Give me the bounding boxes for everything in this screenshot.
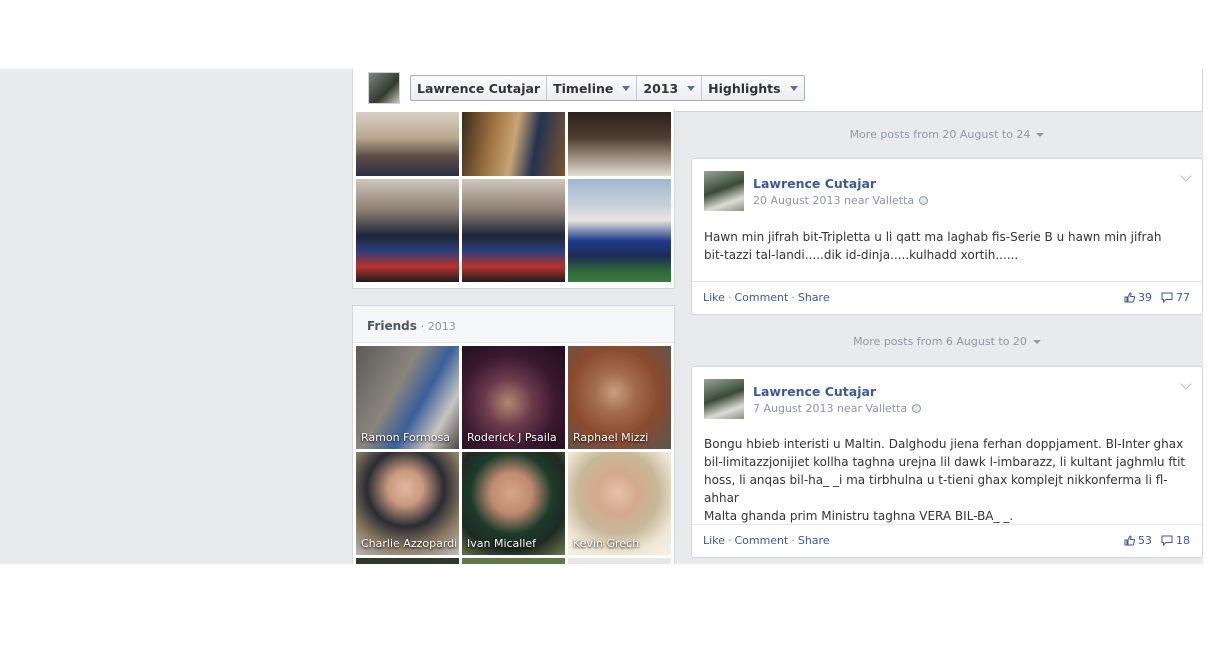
friends-header: Friends · 2013 [353, 306, 674, 343]
timeline-nav: Lawrence Cutajar Timeline 2013 Highlight… [410, 75, 805, 101]
post-text-line: hoss, li anqas bil-ha_ _i ma tirbhulna u… [704, 473, 1168, 505]
photo-thumbnail[interactable] [356, 179, 459, 282]
like-link[interactable]: Like [703, 534, 725, 547]
friend-tile[interactable]: Ivan Micallef [462, 452, 565, 555]
friends-title[interactable]: Friends [367, 319, 417, 333]
friend-tile[interactable] [356, 558, 459, 564]
post-text-line: bit-tazzi tal-landi.....dik id-dinja....… [704, 248, 1019, 262]
post-actions: Like · Comment · Share [703, 534, 830, 547]
post-text-line: Hawn min jifrah bit-Tripletta u li qatt … [704, 230, 1162, 244]
photo-thumbnail[interactable] [356, 112, 459, 176]
author-avatar[interactable] [704, 171, 744, 211]
post-footer: Like · Comment · Share 53 18 [692, 524, 1202, 557]
chevron-down-icon[interactable] [1180, 170, 1192, 182]
author-avatar[interactable] [704, 379, 744, 419]
photo-thumbnail[interactable] [462, 179, 565, 282]
profile-avatar[interactable] [368, 72, 400, 104]
caret-down-icon [789, 86, 798, 91]
friend-tile[interactable] [568, 558, 671, 564]
share-link[interactable]: Share [798, 534, 830, 547]
page-edge [1203, 69, 1211, 564]
comment-icon[interactable] [1161, 535, 1173, 546]
comment-count[interactable]: 18 [1176, 534, 1190, 547]
comment-link[interactable]: Comment [734, 291, 788, 304]
thumbs-up-icon[interactable] [1124, 292, 1135, 303]
post-author[interactable]: Lawrence Cutajar [753, 384, 876, 399]
globe-icon [912, 404, 922, 413]
caret-down-icon [622, 86, 631, 91]
friends-year: · 2013 [420, 320, 456, 333]
more-posts-label: More posts from 6 August to 20 [853, 335, 1027, 348]
profile-name-button[interactable]: Lawrence Cutajar [411, 76, 548, 100]
post-footer: Like · Comment · Share 39 77 [692, 281, 1202, 314]
year-dropdown[interactable]: 2013 [637, 76, 703, 100]
post-text-line: Bongu hbieb interisti u Maltin. Dalghodu… [704, 437, 1184, 451]
comment-count[interactable]: 77 [1176, 291, 1190, 304]
caret-down-icon [1036, 133, 1045, 137]
friend-name: Roderick J Psaila [467, 431, 557, 444]
friend-tile[interactable]: Raphael Mizzi [568, 346, 671, 449]
share-link[interactable]: Share [798, 291, 830, 304]
more-posts-link[interactable]: More posts from 6 August to 20 [691, 335, 1203, 348]
timeline-post: Lawrence Cutajar 20 August 2013 near Val… [691, 158, 1203, 315]
timeline-header: Lawrence Cutajar Timeline 2013 Highlight… [352, 69, 1203, 112]
timeline-dropdown[interactable]: Timeline [547, 76, 638, 100]
friend-name: Charlie Azzopardi [361, 537, 458, 550]
thumbs-up-icon[interactable] [1124, 535, 1135, 546]
post-text-line: bil-limitazzjonijiet kollha taghna urejn… [704, 455, 1186, 469]
more-posts-link[interactable]: More posts from 20 August to 24 [691, 128, 1203, 141]
like-count[interactable]: 39 [1138, 291, 1152, 304]
post-actions: Like · Comment · Share [703, 291, 830, 304]
friend-tile[interactable]: Roderick J Psaila [462, 346, 565, 449]
chevron-down-icon[interactable] [1180, 378, 1192, 390]
friend-name: Raphael Mizzi [573, 431, 649, 444]
photo-thumbnail[interactable] [568, 112, 671, 176]
post-meta: 20 August 2013 near Valletta [753, 194, 929, 207]
photo-thumbnail[interactable] [462, 112, 565, 176]
friend-tile[interactable] [462, 558, 565, 564]
friend-name: Kevin Grech [573, 537, 640, 550]
post-date-location[interactable]: 20 August 2013 near Valletta [753, 194, 914, 207]
comment-link[interactable]: Comment [734, 534, 788, 547]
profile-name: Lawrence Cutajar [417, 80, 541, 96]
timeline-post: Lawrence Cutajar 7 August 2013 near Vall… [691, 366, 1203, 558]
friend-tile[interactable]: Ramon Formosa [356, 346, 459, 449]
more-posts-label: More posts from 20 August to 24 [849, 128, 1031, 141]
post-meta: 7 August 2013 near Valletta [753, 402, 922, 415]
highlights-dropdown[interactable]: Highlights [702, 76, 803, 100]
photo-thumbnail[interactable] [568, 179, 671, 282]
year-label: 2013 [643, 80, 679, 96]
globe-icon [919, 196, 929, 205]
caret-down-icon [1032, 340, 1041, 344]
friend-name: Ivan Micallef [467, 537, 537, 550]
post-author[interactable]: Lawrence Cutajar [753, 176, 876, 191]
friend-name: Ramon Formosa [361, 431, 450, 444]
like-link[interactable]: Like [703, 291, 725, 304]
post-body: Bongu hbieb interisti u Maltin. Dalghodu… [704, 435, 1202, 525]
friend-tile[interactable]: Charlie Azzopardi [356, 452, 459, 555]
highlights-label: Highlights [708, 80, 781, 96]
post-text-line: Malta ghanda prim Ministru taghna VERA B… [704, 509, 1014, 523]
post-body: Hawn min jifrah bit-Tripletta u li qatt … [704, 228, 1161, 264]
caret-down-icon [687, 86, 696, 91]
friends-card: Friends · 2013 Ramon Formosa Roderick J … [352, 305, 675, 564]
timeline-viewport: Lawrence Cutajar Timeline 2013 Highlight… [0, 69, 1211, 564]
friend-tile[interactable]: Kevin Grech [568, 452, 671, 555]
timeline-label: Timeline [553, 80, 614, 96]
photos-card [352, 109, 675, 289]
like-count[interactable]: 53 [1138, 534, 1152, 547]
post-date-location[interactable]: 7 August 2013 near Valletta [753, 402, 907, 415]
post-counts: 53 18 [1124, 534, 1190, 547]
comment-icon[interactable] [1161, 292, 1173, 303]
post-counts: 39 77 [1124, 291, 1190, 304]
